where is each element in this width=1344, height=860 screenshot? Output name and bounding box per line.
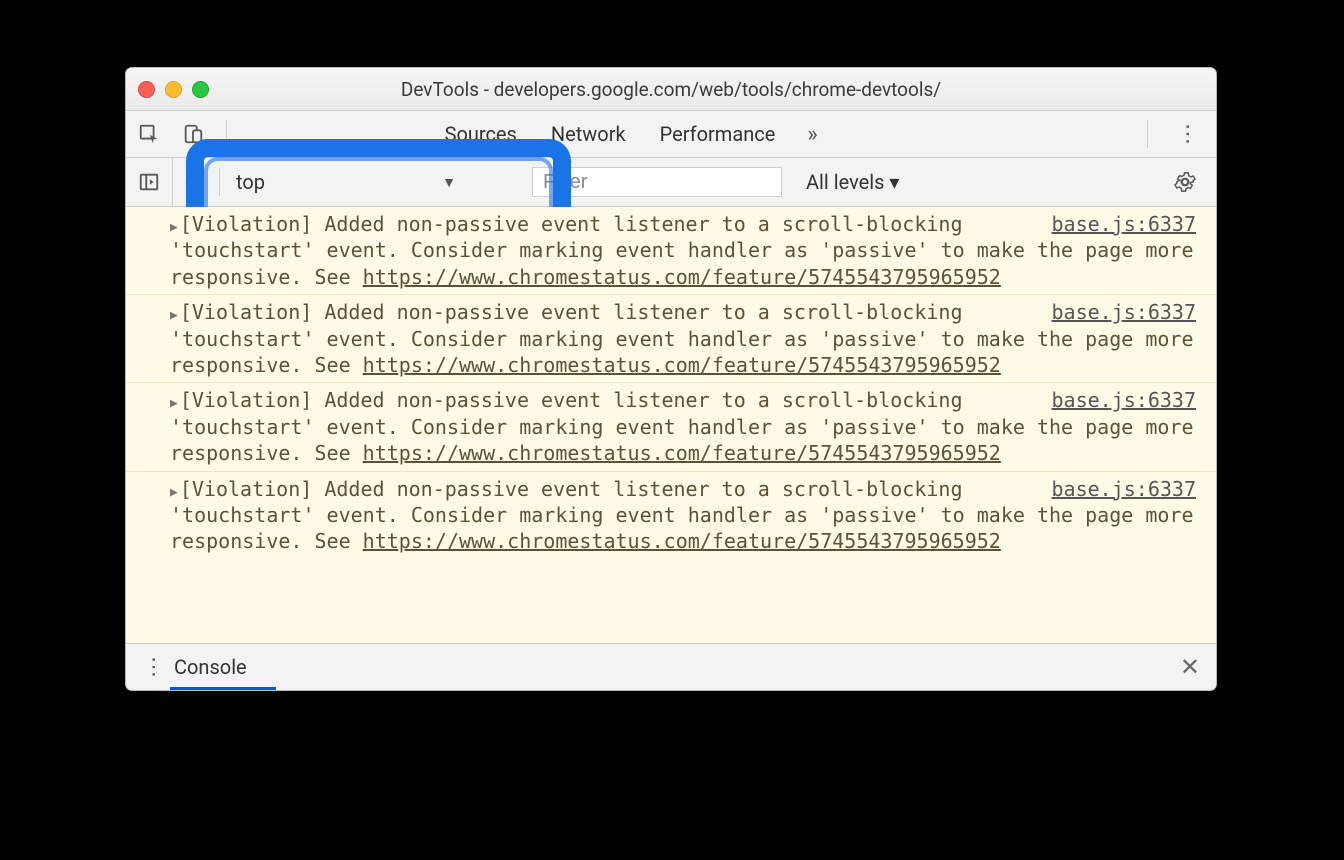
message-link[interactable]: https://www.chromestatus.com/feature/574… bbox=[363, 265, 1001, 289]
divider bbox=[226, 120, 227, 148]
main-tab-row: ElementsConsole Sources Network Performa… bbox=[126, 111, 1216, 158]
drawer-active-indicator bbox=[170, 687, 276, 691]
message-link[interactable]: https://www.chromestatus.com/feature/574… bbox=[363, 353, 1001, 377]
message-body: ▶[Violation] Added non-passive event lis… bbox=[170, 477, 1194, 554]
message-body: ▶[Violation] Added non-passive event lis… bbox=[170, 212, 1194, 289]
tab-sources[interactable]: Sources bbox=[435, 122, 527, 146]
console-toolbar: top ▼ All levels ▾ bbox=[126, 158, 1216, 207]
window-zoom-button[interactable] bbox=[192, 81, 209, 98]
console-sidebar-toggle[interactable] bbox=[126, 158, 173, 206]
divider bbox=[1147, 120, 1148, 148]
execution-context-selector[interactable]: top ▼ bbox=[219, 168, 468, 196]
inspect-element-icon[interactable] bbox=[134, 119, 164, 149]
window-close-button[interactable] bbox=[138, 81, 155, 98]
tab-network[interactable]: Network bbox=[541, 122, 636, 146]
titlebar: DevTools - developers.google.com/web/too… bbox=[126, 68, 1216, 111]
tab-performance[interactable]: Performance bbox=[650, 122, 786, 146]
console-message[interactable]: base.js:6337▶[Violation] Added non-passi… bbox=[126, 471, 1216, 559]
message-source-link[interactable]: base.js:6337 bbox=[1052, 299, 1197, 325]
device-toolbar-icon[interactable] bbox=[178, 119, 208, 149]
log-levels-selector[interactable]: All levels ▾ bbox=[806, 170, 899, 194]
clear-console-icon[interactable] bbox=[181, 168, 209, 196]
message-source-link[interactable]: base.js:6337 bbox=[1052, 387, 1197, 413]
expand-triangle-icon[interactable]: ▶ bbox=[170, 308, 178, 323]
drawer-menu-button[interactable]: ⋯ bbox=[136, 656, 170, 678]
expand-triangle-icon[interactable]: ▶ bbox=[170, 396, 178, 411]
console-message[interactable]: base.js:6337▶[Violation] Added non-passi… bbox=[126, 207, 1216, 294]
expand-triangle-icon[interactable]: ▶ bbox=[170, 220, 178, 235]
window-minimize-button[interactable] bbox=[165, 81, 182, 98]
message-source-link[interactable]: base.js:6337 bbox=[1052, 476, 1197, 502]
drawer-tab-console[interactable]: Console bbox=[174, 655, 247, 679]
console-settings-icon[interactable] bbox=[1162, 171, 1208, 193]
message-link[interactable]: https://www.chromestatus.com/feature/574… bbox=[363, 529, 1001, 553]
filter-input[interactable] bbox=[532, 167, 782, 197]
expand-triangle-icon[interactable]: ▶ bbox=[170, 485, 178, 500]
main-menu-button[interactable]: ⋯ bbox=[1166, 123, 1208, 145]
window-title: DevTools - developers.google.com/web/too… bbox=[401, 78, 941, 101]
drawer: ⋯ Console ✕ bbox=[126, 643, 1216, 690]
console-message[interactable]: base.js:6337▶[Violation] Added non-passi… bbox=[126, 382, 1216, 470]
execution-context-label: top bbox=[236, 170, 265, 194]
drawer-close-button[interactable]: ✕ bbox=[1174, 653, 1206, 681]
message-link[interactable]: https://www.chromestatus.com/feature/574… bbox=[363, 441, 1001, 465]
message-source-link[interactable]: base.js:6337 bbox=[1052, 211, 1197, 237]
window-traffic-lights bbox=[138, 81, 209, 98]
console-messages[interactable]: base.js:6337▶[Violation] Added non-passi… bbox=[126, 207, 1216, 643]
tabs-overflow-button[interactable]: » bbox=[799, 122, 825, 147]
message-body: ▶[Violation] Added non-passive event lis… bbox=[170, 300, 1194, 377]
message-body: ▶[Violation] Added non-passive event lis… bbox=[170, 388, 1194, 465]
devtools-window: DevTools - developers.google.com/web/too… bbox=[125, 67, 1217, 691]
chevron-down-icon: ▼ bbox=[442, 174, 456, 191]
console-message[interactable]: base.js:6337▶[Violation] Added non-passi… bbox=[126, 294, 1216, 382]
